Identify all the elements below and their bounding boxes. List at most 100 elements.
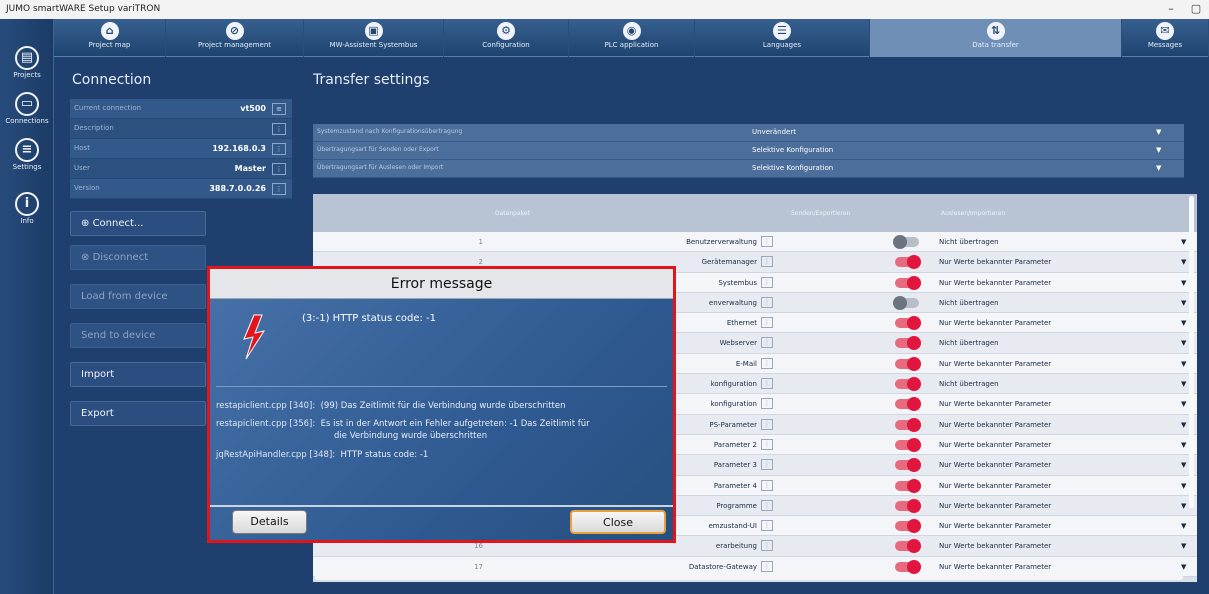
- read-mode-select[interactable]: Nur Werte bekannter Parameter: [935, 252, 1181, 271]
- nav-item[interactable]: ☰ Languages: [695, 19, 870, 57]
- edit-icon[interactable]: ⋮: [761, 357, 773, 369]
- read-mode-select[interactable]: Nicht übertragen: [935, 293, 1181, 312]
- send-toggle[interactable]: [895, 356, 921, 371]
- disconnect-button[interactable]: ⊗ Disconnect: [70, 245, 206, 270]
- maximize-button[interactable]: ▢: [1185, 1, 1207, 17]
- send-toggle-cell: [785, 476, 935, 495]
- read-mode-select[interactable]: Nicht übertragen: [935, 374, 1181, 393]
- sidebar-item[interactable]: ≡ Settings: [0, 138, 54, 171]
- send-toggle[interactable]: [895, 458, 921, 473]
- setting-value[interactable]: Unverändert: [752, 124, 1156, 141]
- edit-icon[interactable]: ⋮: [272, 123, 286, 135]
- connect-button[interactable]: ⊕ Connect...: [70, 211, 206, 236]
- chevron-down-icon[interactable]: ▼: [1156, 142, 1184, 159]
- setting-row[interactable]: Übertragungsart für Senden oder Export Se…: [313, 142, 1184, 160]
- send-toggle[interactable]: [895, 498, 921, 513]
- chevron-down-icon[interactable]: ▼: [1156, 124, 1184, 141]
- edit-icon[interactable]: ⋮: [761, 438, 773, 450]
- connection-label: User: [74, 164, 90, 172]
- edit-icon[interactable]: ⋮: [272, 143, 286, 155]
- read-mode-select[interactable]: Nur Werte bekannter Parameter: [935, 313, 1181, 332]
- chevron-down-icon[interactable]: ▼: [1181, 516, 1197, 535]
- package-name: Datastore-Gateway: [688, 562, 757, 571]
- chevron-down-icon[interactable]: ▼: [1156, 160, 1184, 177]
- read-mode-select[interactable]: Nur Werte bekannter Parameter: [935, 496, 1181, 515]
- menu-icon[interactable]: ≡: [272, 103, 286, 115]
- read-mode-select[interactable]: Nur Werte bekannter Parameter: [935, 455, 1181, 474]
- send-toggle[interactable]: [895, 478, 921, 493]
- nav-item[interactable]: ⇅ Data transfer: [870, 19, 1122, 57]
- vertical-scrollbar[interactable]: [1189, 196, 1194, 508]
- send-toggle[interactable]: [893, 235, 919, 249]
- export-button[interactable]: Export: [70, 401, 206, 426]
- setting-row[interactable]: Übertragungsart für Auslesen oder Import…: [313, 160, 1184, 178]
- read-mode-select[interactable]: Nur Werte bekannter Parameter: [935, 415, 1181, 434]
- load-from-device-button[interactable]: Load from device: [70, 284, 206, 309]
- edit-icon[interactable]: ⋮: [761, 418, 773, 430]
- close-button[interactable]: Close: [570, 510, 666, 534]
- nav-item[interactable]: ⚙ Configuration: [444, 19, 569, 57]
- read-mode-select[interactable]: Nicht übertragen: [935, 232, 1181, 251]
- toggle-knob: [907, 417, 921, 432]
- horizontal-scrollbar[interactable]: [315, 575, 1183, 580]
- minimize-button[interactable]: –: [1160, 1, 1182, 17]
- read-mode-select[interactable]: Nur Werte bekannter Parameter: [935, 476, 1181, 495]
- send-toggle[interactable]: [895, 539, 921, 554]
- read-mode-select[interactable]: Nur Werte bekannter Parameter: [935, 536, 1181, 555]
- edit-icon[interactable]: ⋮: [761, 296, 773, 308]
- read-mode-select[interactable]: Nur Werte bekannter Parameter: [935, 435, 1181, 454]
- chevron-down-icon[interactable]: ▼: [1181, 557, 1197, 576]
- nav-item[interactable]: ⌂ Project map: [54, 19, 166, 57]
- send-toggle[interactable]: [895, 437, 921, 452]
- disconnect-icon: ⊗: [81, 252, 90, 263]
- read-mode-select[interactable]: Nicht übertragen: [935, 333, 1181, 352]
- edit-icon[interactable]: ⋮: [761, 459, 773, 471]
- read-mode-select[interactable]: Nur Werte bekannter Parameter: [935, 516, 1181, 535]
- edit-icon[interactable]: ⋮: [272, 163, 286, 175]
- read-mode-select[interactable]: Nur Werte bekannter Parameter: [935, 354, 1181, 373]
- sidebar-item[interactable]: ▭ Connections: [0, 92, 54, 125]
- send-toggle[interactable]: [893, 295, 919, 310]
- read-mode-select[interactable]: Nur Werte bekannter Parameter: [935, 394, 1181, 413]
- edit-icon[interactable]: ⋮: [761, 540, 773, 552]
- edit-icon[interactable]: ⋮: [761, 256, 773, 268]
- edit-icon[interactable]: ⋮: [761, 317, 773, 329]
- setting-value[interactable]: Selektive Konfiguration: [752, 160, 1156, 177]
- nav-item[interactable]: ◉ PLC application: [569, 19, 695, 57]
- sidebar-item[interactable]: ▤ Projects: [0, 46, 54, 79]
- send-toggle[interactable]: [895, 275, 921, 290]
- package-info: ⋮: [761, 415, 785, 434]
- edit-icon[interactable]: ⋮: [761, 479, 773, 491]
- nav-item[interactable]: ✉ Messages: [1122, 19, 1209, 57]
- edit-icon[interactable]: ⋮: [761, 378, 773, 390]
- sidebar-item[interactable]: i Info: [0, 192, 54, 225]
- edit-icon[interactable]: ⋮: [761, 276, 773, 288]
- edit-icon[interactable]: ⋮: [761, 520, 773, 532]
- send-toggle[interactable]: [895, 417, 921, 432]
- details-button[interactable]: Details: [232, 510, 307, 534]
- setting-row[interactable]: Systemzustand nach Konfigurationsübertra…: [313, 124, 1184, 142]
- read-mode-select[interactable]: Nur Werte bekannter Parameter: [935, 273, 1181, 292]
- chevron-down-icon[interactable]: ▼: [1181, 536, 1197, 555]
- package-info: ⋮: [761, 435, 785, 454]
- nav-item[interactable]: ▣ MW-Assistent Systembus: [304, 19, 444, 57]
- edit-icon[interactable]: ⋮: [761, 398, 773, 410]
- setting-value[interactable]: Selektive Konfiguration: [752, 142, 1156, 159]
- setting-label: Systemzustand nach Konfigurationsübertra…: [317, 128, 463, 135]
- read-mode-select[interactable]: Nur Werte bekannter Parameter: [935, 557, 1181, 576]
- edit-icon[interactable]: ⋮: [761, 236, 773, 247]
- send-to-device-button[interactable]: Send to device: [70, 323, 206, 348]
- send-toggle[interactable]: [895, 397, 921, 412]
- send-toggle[interactable]: [895, 519, 921, 534]
- send-toggle[interactable]: [895, 336, 921, 351]
- edit-icon[interactable]: ⋮: [761, 560, 773, 572]
- edit-icon[interactable]: ⋮: [761, 337, 773, 349]
- send-toggle[interactable]: [895, 559, 921, 574]
- send-toggle[interactable]: [895, 255, 921, 270]
- send-toggle[interactable]: [895, 316, 921, 331]
- import-button[interactable]: Import: [70, 362, 206, 387]
- edit-icon[interactable]: ⋮: [761, 499, 773, 511]
- nav-item[interactable]: ⊘ Project management: [166, 19, 304, 57]
- send-toggle[interactable]: [895, 377, 921, 392]
- edit-icon[interactable]: ⋮: [272, 183, 286, 195]
